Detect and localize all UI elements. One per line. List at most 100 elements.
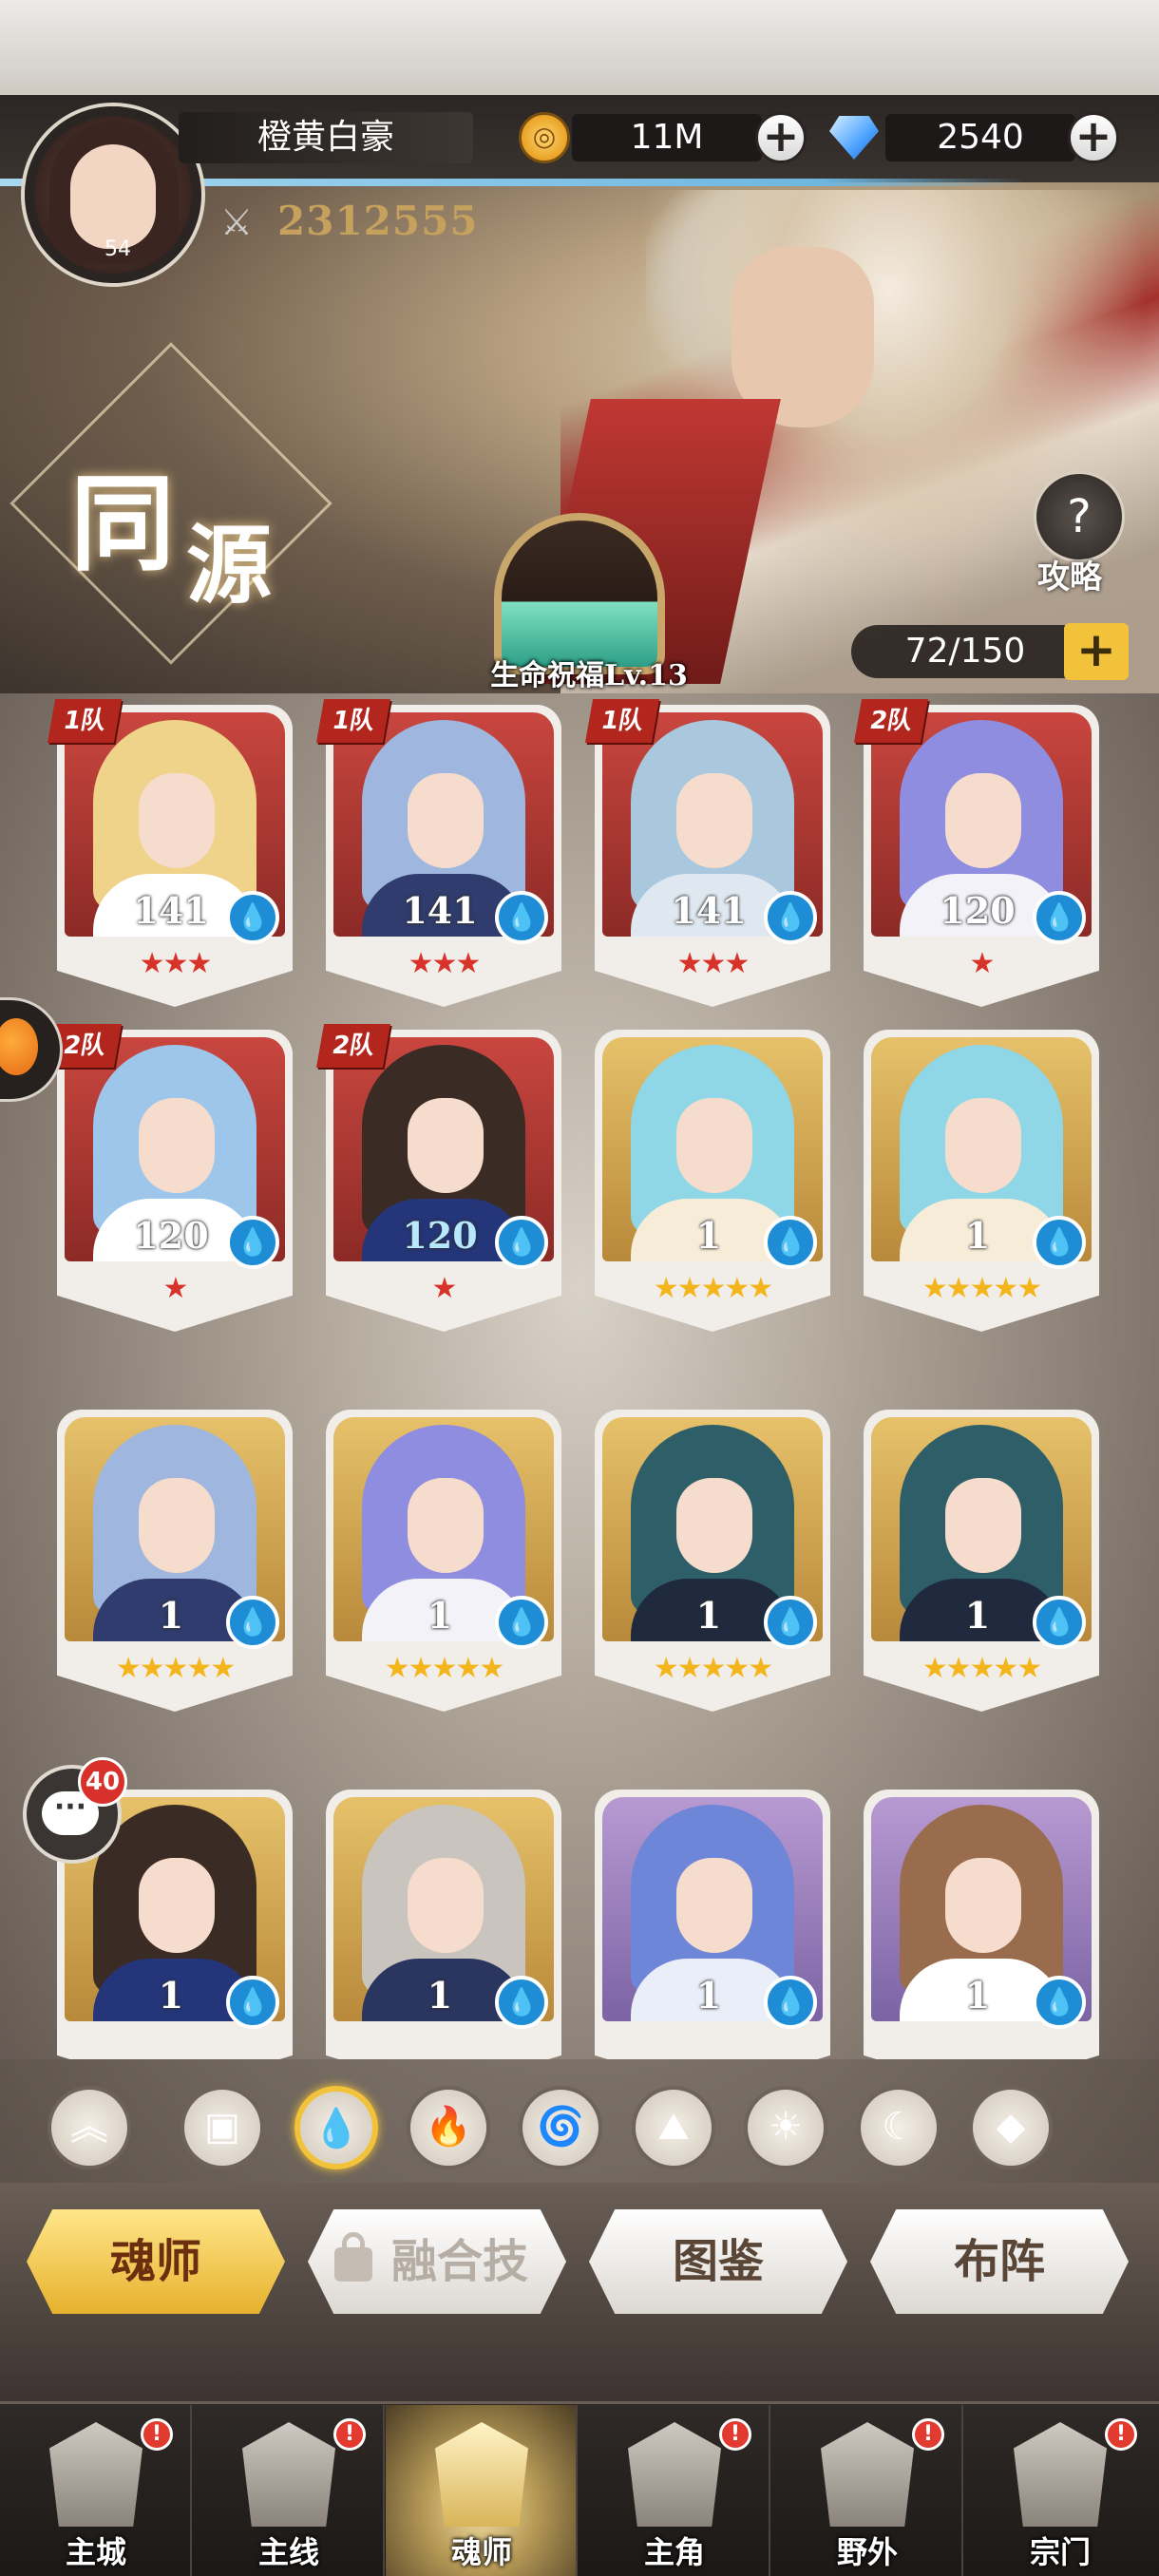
water-element-icon: 💧 <box>1033 1976 1086 2029</box>
character-card[interactable]: 1 💧 ★★★★★ <box>326 1410 561 1712</box>
nav-sect[interactable]: 宗门! <box>964 2405 1159 2576</box>
card-level: 1 <box>158 1974 184 2017</box>
character-card[interactable]: 1 💧 ★★★★★ <box>595 1410 830 1712</box>
filter-earth-icon[interactable]: ⛰ <box>632 2086 715 2169</box>
water-element-icon: 💧 <box>226 1596 279 1649</box>
guide-button-label[interactable]: 攻略 <box>1037 551 1102 597</box>
nav-label: 主城 <box>65 2534 126 2570</box>
card-level: 1 <box>964 1974 991 2017</box>
team-tag: 2队 <box>315 1024 391 1068</box>
card-stars: ★★★★★ <box>115 1652 236 1685</box>
card-level: 1 <box>964 1594 991 1637</box>
character-face <box>139 1478 215 1573</box>
character-face <box>139 1858 215 1953</box>
character-face <box>945 1478 1021 1573</box>
card-stars: ★★★★★ <box>653 1272 773 1305</box>
combat-power: 2312555 <box>277 198 479 244</box>
add-gold-button[interactable]: + <box>755 112 807 163</box>
character-card[interactable]: 1 💧 ★★★★★ <box>864 1030 1099 1332</box>
nav-label: 主线 <box>257 2534 319 2570</box>
player-level: 54 <box>104 237 131 261</box>
character-face <box>676 1478 752 1573</box>
character-card[interactable]: 120 💧 ★ 2队 <box>853 699 1099 1007</box>
character-face <box>676 773 752 868</box>
team-tag: 2队 <box>853 699 929 743</box>
nav-main-quest-icon <box>242 2422 335 2527</box>
character-card[interactable]: 1 💧 ★★★★★ <box>595 1030 830 1332</box>
notification-dot: ! <box>141 2418 173 2451</box>
card-level: 1 <box>158 1594 184 1637</box>
notification-dot: ! <box>912 2418 944 2451</box>
water-element-icon: 💧 <box>764 1976 817 2029</box>
player-name: 橙黄白豪 <box>179 112 473 163</box>
character-face <box>945 1098 1021 1193</box>
nav-soul-master[interactable]: 魂师 <box>386 2405 578 2576</box>
character-card[interactable]: 1 💧 <box>595 1790 830 2059</box>
nav-main-city-icon <box>49 2422 142 2527</box>
expand-capacity-button[interactable]: + <box>1064 623 1129 680</box>
character-card[interactable]: 141 💧 ★★★ 1队 <box>47 699 293 1007</box>
nav-main-quest[interactable]: 主线! <box>193 2405 385 2576</box>
nav-label: 宗门 <box>1029 2534 1091 2570</box>
filter-special-icon[interactable]: ◆ <box>969 2086 1053 2169</box>
team-tag: 1队 <box>315 699 391 743</box>
filter-wind-icon[interactable]: 🌀 <box>519 2086 602 2169</box>
filter-light-icon[interactable]: ☀ <box>744 2086 827 2169</box>
character-card[interactable]: 1 💧 <box>326 1790 561 2059</box>
character-face <box>945 773 1021 868</box>
filter-dark-icon[interactable]: ☾ <box>857 2086 940 2169</box>
character-card[interactable]: 120 💧 ★ 2队 <box>315 1024 561 1332</box>
card-level: 120 <box>940 889 1016 932</box>
tab-soul-master[interactable]: 魂师 <box>27 2209 285 2314</box>
card-stars: ★ <box>162 1272 189 1305</box>
roster-capacity: 72/150 <box>851 625 1079 678</box>
water-element-icon: 💧 <box>226 891 279 944</box>
lock-icon-body <box>334 2247 372 2282</box>
guide-scroll-icon[interactable]: ? <box>1034 471 1125 562</box>
card-stars: ★★★★★ <box>922 1652 1042 1685</box>
nav-label: 魂师 <box>450 2534 512 2570</box>
character-card[interactable]: 141 💧 ★★★ 1队 <box>315 699 561 1007</box>
water-element-icon: 💧 <box>495 1976 548 2029</box>
water-element-icon: 💧 <box>764 891 817 944</box>
top-strip <box>0 0 1159 95</box>
nav-soul-master-icon <box>435 2422 528 2527</box>
avatar-face <box>70 144 156 249</box>
character-face <box>945 1858 1021 1953</box>
nav-protagonist[interactable]: 主角! <box>579 2405 770 2576</box>
nav-wilderness[interactable]: 野外! <box>771 2405 963 2576</box>
team-tag: 1队 <box>584 699 660 743</box>
notification-dot: ! <box>1105 2418 1137 2451</box>
tab-codex[interactable]: 图鉴 <box>589 2209 847 2314</box>
character-face <box>408 1478 484 1573</box>
nav-wilderness-icon <box>821 2422 914 2527</box>
card-level: 120 <box>402 1214 478 1257</box>
tab-formation[interactable]: 布阵 <box>870 2209 1129 2314</box>
card-stars: ★★★★★ <box>653 1652 773 1685</box>
character-card[interactable]: 120 💧 ★ 2队 <box>47 1024 293 1332</box>
add-diamond-button[interactable]: + <box>1068 112 1119 163</box>
water-element-icon: 💧 <box>764 1216 817 1269</box>
chat-unread-badge: 40 <box>78 1757 127 1807</box>
filter-water-icon[interactable]: 💧 <box>294 2086 378 2169</box>
card-level: 141 <box>671 889 747 932</box>
filter-fire-icon[interactable]: 🔥 <box>407 2086 490 2169</box>
nav-main-city[interactable]: 主城! <box>0 2405 192 2576</box>
character-card[interactable]: 1 💧 <box>864 1790 1099 2059</box>
character-card[interactable]: 141 💧 ★★★ 1队 <box>584 699 830 1007</box>
water-element-icon: 💧 <box>1033 891 1086 944</box>
blessing-gourd-icon[interactable] <box>494 513 665 674</box>
nav-protagonist-icon <box>628 2422 721 2527</box>
card-stars: ★★★★★ <box>384 1652 504 1685</box>
character-card[interactable]: 1 💧 ★★★★★ <box>864 1410 1099 1712</box>
character-card[interactable]: 1 💧 ★★★★★ <box>57 1410 293 1712</box>
notification-dot: ! <box>333 2418 366 2451</box>
power-sword-icon: ⚔ <box>220 201 254 243</box>
filter-sort-icon[interactable]: ︽ <box>48 2086 131 2169</box>
character-face <box>139 773 215 868</box>
filter-box-icon[interactable]: ▣ <box>180 2086 264 2169</box>
card-level: 1 <box>427 1594 453 1637</box>
gold-coin-icon: ◎ <box>519 112 570 163</box>
notification-dot: ! <box>719 2418 751 2451</box>
water-element-icon: 💧 <box>226 1976 279 2029</box>
